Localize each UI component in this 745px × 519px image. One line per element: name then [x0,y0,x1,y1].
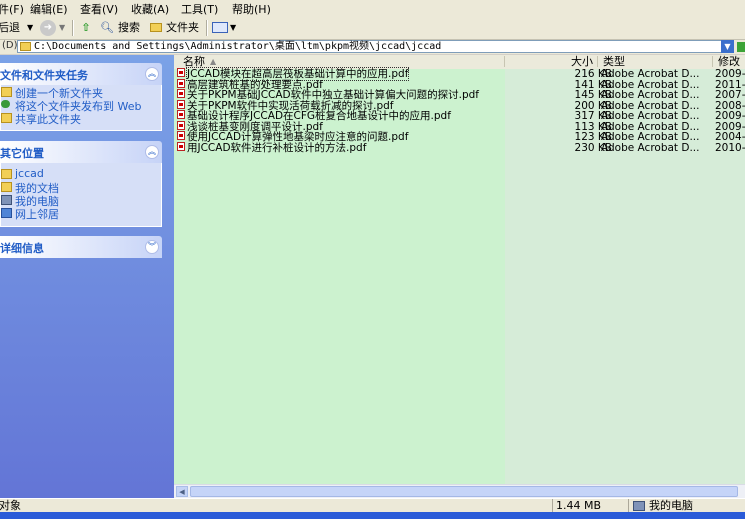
column-name[interactable]: 名称 [183,55,205,68]
collapse-chevron-icon[interactable]: ︽ [145,67,159,81]
pdf-file-icon [177,121,185,130]
forward-icon[interactable]: ➜ [40,20,56,36]
pdf-file-icon [177,89,185,98]
address-bar: (D) C:\Documents and Settings\Administra… [0,40,745,54]
pdf-file-icon [177,110,185,119]
back-button[interactable]: 后退 [0,20,20,36]
status-separator [552,499,553,513]
views-dropdown-icon[interactable]: ▼ [230,20,236,36]
my-computer-icon [633,501,645,511]
column-separator[interactable] [597,56,598,67]
file-date: 2010- [715,142,745,154]
file-name[interactable]: 用JCCAD软件进行补桩设计的方法.pdf [187,142,366,154]
sort-ascending-icon: ▲ [210,57,217,66]
up-folder-icon[interactable]: ⇧ [78,20,94,36]
my-documents-icon [1,182,12,192]
file-type: Adobe Acrobat D... [601,142,700,154]
column-separator[interactable] [712,56,713,67]
file-row[interactable]: 用JCCAD软件进行补桩设计的方法.pdf 230 KB Adobe Acrob… [174,142,745,154]
address-input[interactable]: C:\Documents and Settings\Administrator\… [17,40,722,53]
expand-chevron-icon[interactable]: ︾ [145,240,159,254]
status-location: 我的电脑 [649,499,693,512]
pdf-file-icon [177,68,185,77]
address-dropdown-icon[interactable]: ▼ [721,40,734,53]
status-size: 1.44 MB [556,499,602,512]
scrollbar-thumb[interactable] [190,486,738,497]
folders-icon [150,23,162,32]
forward-dropdown-icon[interactable]: ▼ [59,20,65,36]
new-folder-icon [1,87,12,97]
pdf-file-icon [177,100,185,109]
place-jccad[interactable]: jccad [15,167,44,180]
network-places-icon [1,208,12,218]
column-modified[interactable]: 修改 [718,55,740,68]
status-object-count: 对象 [0,499,21,512]
menu-tools[interactable]: 工具(T) [181,1,218,17]
menu-help[interactable]: 帮助(H) [232,1,271,17]
address-path[interactable]: C:\Documents and Settings\Administrator\… [34,41,441,53]
folders-button[interactable]: 文件夹 [166,20,199,36]
tasks-panel-title: 文件和文件夹任务 [0,69,88,82]
search-icon: 🔍︎ [100,21,114,34]
other-places-panel-body: jccad 我的文档 我的电脑 网上邻居 [0,163,162,227]
file-list[interactable]: JCCAD模块在超高层筏板基础计算中的应用.pdf 216 KB Adobe A… [174,67,745,484]
menu-view[interactable]: 查看(V) [80,1,118,17]
pdf-file-icon [177,131,185,140]
menu-edit[interactable]: 编辑(E) [30,1,68,17]
tasks-panel-body: 创建一个新文件夹 将这个文件夹发布到 Web 共享此文件夹 [0,85,162,131]
folder-icon [1,169,12,179]
toolbar: 后退 ▼ ➜ ▼ ⇧ 🔍︎ 搜索 文件夹 ▼ [0,17,745,40]
column-size[interactable]: 大小 [571,55,593,68]
status-separator [628,499,629,513]
share-folder-icon [1,113,12,123]
menu-file[interactable]: 件(F) [0,1,24,17]
horizontal-scrollbar[interactable]: ◀ [174,484,745,499]
address-label: (D) [2,40,18,51]
details-panel-header[interactable]: 详细信息 ︾ [0,236,162,258]
back-dropdown-icon[interactable]: ▼ [27,20,33,36]
publish-web-icon [1,100,10,108]
folder-icon [20,42,31,51]
details-panel-title: 详细信息 [0,242,44,255]
task-share-folder[interactable]: 共享此文件夹 [15,111,81,127]
other-places-panel-title: 其它位置 [0,147,44,160]
tasks-panel-header[interactable]: 文件和文件夹任务 ︽ [0,63,162,85]
collapse-chevron-icon[interactable]: ︽ [145,145,159,159]
views-icon[interactable] [212,22,228,33]
scroll-left-arrow-icon[interactable]: ◀ [176,486,188,497]
column-type[interactable]: 类型 [603,55,625,68]
toolbar-separator [206,20,208,36]
other-places-panel-header[interactable]: 其它位置 ︽ [0,141,162,163]
menu-bar: 件(F) 编辑(E) 查看(V) 收藏(A) 工具(T) 帮助(H) [0,0,745,18]
toolbar-separator [72,20,74,36]
my-computer-icon [1,195,12,205]
go-arrow-icon[interactable] [737,42,745,52]
pdf-file-icon [177,142,185,151]
pdf-file-icon [177,79,185,88]
menu-favorites[interactable]: 收藏(A) [131,1,169,17]
status-bar: 对象 1.44 MB 我的电脑 [0,498,745,513]
search-button[interactable]: 搜索 [118,20,140,36]
task-pane: 文件和文件夹任务 ︽ 创建一个新文件夹 将这个文件夹发布到 Web 共享此文件夹… [0,55,174,498]
column-separator[interactable] [504,56,505,67]
taskbar [0,512,745,519]
place-network[interactable]: 网上邻居 [15,206,59,222]
